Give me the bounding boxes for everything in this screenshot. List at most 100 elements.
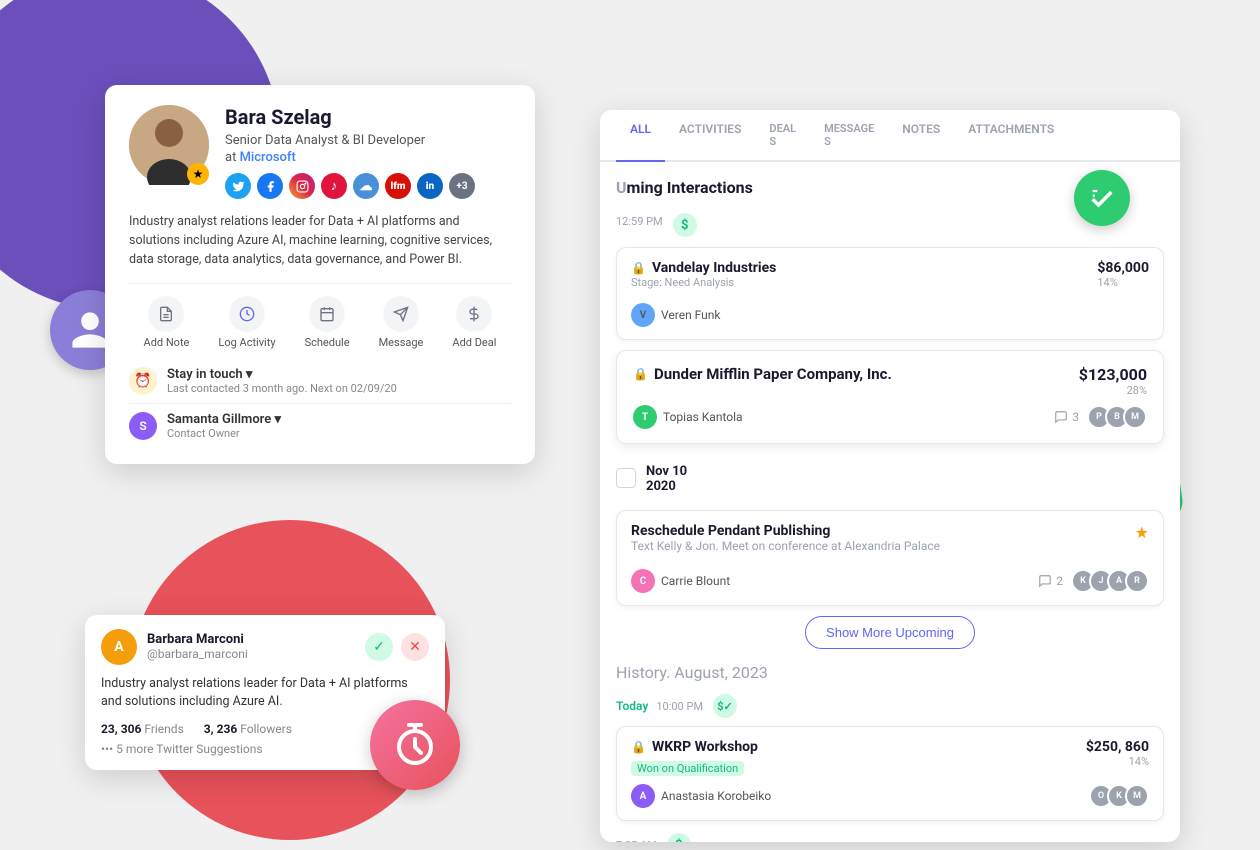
company-dunder: 🔒 Dunder Mifflin Paper Company, Inc.: [633, 365, 1079, 383]
dollar-icon-2: $: [665, 831, 693, 842]
amount-wkrp: $250, 860: [1086, 739, 1149, 755]
comments-activity: 2: [1038, 574, 1063, 588]
facebook-icon[interactable]: [257, 173, 283, 199]
owner-name[interactable]: Samanta Gillmore ▾: [167, 412, 281, 427]
social-icons: ♪ ☁ lfm in +3: [225, 173, 475, 199]
contact-owner-row: S Samanta Gillmore ▾ Contact Owner: [129, 404, 511, 448]
music-icon[interactable]: ♪: [321, 173, 347, 199]
schedule-button[interactable]: Schedule: [305, 296, 350, 349]
crm-body: Uming Interactions 12:59 PM $ 🔒 Vandelay…: [600, 162, 1180, 842]
avatar-group-wkrp: O K M: [1089, 784, 1149, 808]
person-avatar-dunder: T: [633, 405, 657, 429]
company-link[interactable]: Microsoft: [240, 150, 296, 165]
avatar-group-dunder: P B M: [1087, 405, 1147, 429]
history-time-2: 7:35 AM: [616, 839, 657, 843]
dollar-icon-1: $: [671, 211, 699, 239]
activity-title: Reschedule Pendant Publishing: [631, 523, 940, 539]
person-wkrp: A Anastasia Korobeiko: [631, 784, 771, 808]
tab-messages[interactable]: MESSAGES: [810, 110, 888, 162]
nov-date: Nov 102020: [646, 464, 687, 494]
timer-bubble: [370, 700, 460, 790]
linkedin-icon[interactable]: in: [417, 173, 443, 199]
lastfm-icon[interactable]: lfm: [385, 173, 411, 199]
person-avatar-activity: C: [631, 569, 655, 593]
percent-vandelay: 14%: [1097, 276, 1149, 289]
profile-company: at Microsoft: [225, 150, 475, 165]
lock-icon-wkrp: 🔒: [631, 740, 646, 754]
stay-touch-label[interactable]: Stay in touch ▾: [167, 367, 397, 382]
person-vandelay: V Veren Funk: [631, 303, 721, 327]
log-activity-label: Log Activity: [218, 336, 275, 349]
message-label: Message: [379, 336, 424, 349]
profile-title: Senior Data Analyst & BI Developer: [225, 133, 475, 148]
more-social-icon[interactable]: +3: [449, 173, 475, 199]
amount-dunder: $123,000: [1079, 365, 1147, 384]
stay-touch-icon: ⏰: [129, 367, 157, 395]
deal-card-vandelay: 🔒 Vandelay Industries Stage: Need Analys…: [616, 247, 1164, 340]
company-vandelay: 🔒 Vandelay Industries: [631, 260, 776, 276]
profile-name: Bara Szelag: [225, 105, 475, 129]
cloud-icon[interactable]: ☁: [353, 173, 379, 199]
green-check-button[interactable]: [1074, 170, 1130, 226]
profile-actions: Add Note Log Activity Schedule Message A…: [129, 283, 511, 349]
activity-card: Reschedule Pendant Publishing Text Kelly…: [616, 510, 1164, 606]
star-icon-activity: ★: [1135, 523, 1149, 542]
deal-footer-wkrp: A Anastasia Korobeiko O K M: [631, 784, 1149, 808]
percent-wkrp: 14%: [1086, 755, 1149, 768]
clock-icon: [391, 721, 439, 769]
tab-deals[interactable]: DEALS: [755, 110, 810, 162]
stay-touch-sub: Last contacted 3 month ago. Next on 02/0…: [167, 382, 397, 395]
av-a4: R: [1125, 569, 1149, 593]
check-icon: [1088, 184, 1116, 212]
add-note-button[interactable]: Add Note: [144, 296, 190, 349]
person-dunder: T Topias Kantola: [633, 405, 743, 429]
tab-notes[interactable]: NOTES: [888, 110, 954, 162]
twitter-header: A Barbara Marconi @barbara_marconi ✓ ✕: [101, 629, 429, 665]
message-button[interactable]: Message: [379, 296, 424, 349]
percent-dunder: 28%: [1079, 384, 1147, 397]
friends-stat: 23, 306 Friends: [101, 722, 184, 736]
crm-tabs: ALL ACTIVITIES DEALS MESSAGES NOTES ATTA…: [600, 110, 1180, 162]
twitter-avatar: A: [101, 629, 137, 665]
more-suggestions-link[interactable]: 5 more Twitter Suggestions: [116, 742, 262, 756]
twitter-icon[interactable]: [225, 173, 251, 199]
today-label: Today: [616, 699, 648, 713]
twitter-name: Barbara Marconi: [147, 632, 248, 647]
person-avatar-vandelay: V: [631, 303, 655, 327]
history-title: History. August, 2023: [616, 663, 1164, 682]
profile-card: ★ Bara Szelag Senior Data Analyst & BI D…: [105, 85, 535, 464]
twitter-text: Industry analyst relations leader for Da…: [101, 675, 429, 713]
history-section: History. August, 2023 Today 10:00 PM $✓ …: [616, 663, 1164, 842]
stay-in-touch-row: ⏰ Stay in touch ▾ Last contacted 3 month…: [129, 359, 511, 404]
stage-vandelay: Stage: Need Analysis: [631, 276, 776, 289]
add-deal-label: Add Deal: [452, 336, 496, 349]
history-time-1: 10:00 PM: [656, 700, 703, 713]
deal-card-wkrp: 🔒 WKRP Workshop Won on Qualification $25…: [616, 726, 1164, 821]
twitter-actions: ✓ ✕: [365, 633, 429, 661]
add-deal-button[interactable]: Add Deal: [452, 296, 496, 349]
lock-icon-dunder: 🔒: [633, 367, 648, 381]
activity-footer: C Carrie Blount 2 K J A R: [631, 569, 1149, 593]
comments-dunder: 3: [1054, 410, 1079, 424]
tab-attachments[interactable]: ATTACHMENTS: [954, 110, 1068, 162]
show-more-upcoming-button[interactable]: Show More Upcoming: [805, 616, 975, 649]
activity-sub: Text Kelly & Jon. Meet on conference at …: [631, 539, 940, 553]
instagram-icon[interactable]: [289, 173, 315, 199]
owner-role: Contact Owner: [167, 427, 281, 440]
company-wkrp: 🔒 WKRP Workshop: [631, 739, 758, 755]
deal-card-dunder: 🔒 Dunder Mifflin Paper Company, Inc. $12…: [616, 350, 1164, 444]
twitter-accept-button[interactable]: ✓: [365, 633, 393, 661]
deal-footer-dunder: T Topias Kantola 3 P B M: [633, 405, 1147, 429]
person-avatar-wkrp: A: [631, 784, 655, 808]
twitter-reject-button[interactable]: ✕: [401, 633, 429, 661]
log-activity-button[interactable]: Log Activity: [218, 296, 275, 349]
won-badge: Won on Qualification: [631, 761, 744, 776]
twitter-handle: @barbara_marconi: [147, 647, 248, 661]
followers-stat: 3, 236 Followers: [204, 722, 292, 736]
tab-activities[interactable]: ACTIVITIES: [665, 110, 755, 162]
av-w3: M: [1125, 784, 1149, 808]
amount-vandelay: $86,000: [1097, 260, 1149, 276]
checkbox-nov[interactable]: [616, 468, 636, 488]
tab-all[interactable]: ALL: [616, 110, 665, 162]
dollar-check-1: $✓: [711, 692, 739, 720]
